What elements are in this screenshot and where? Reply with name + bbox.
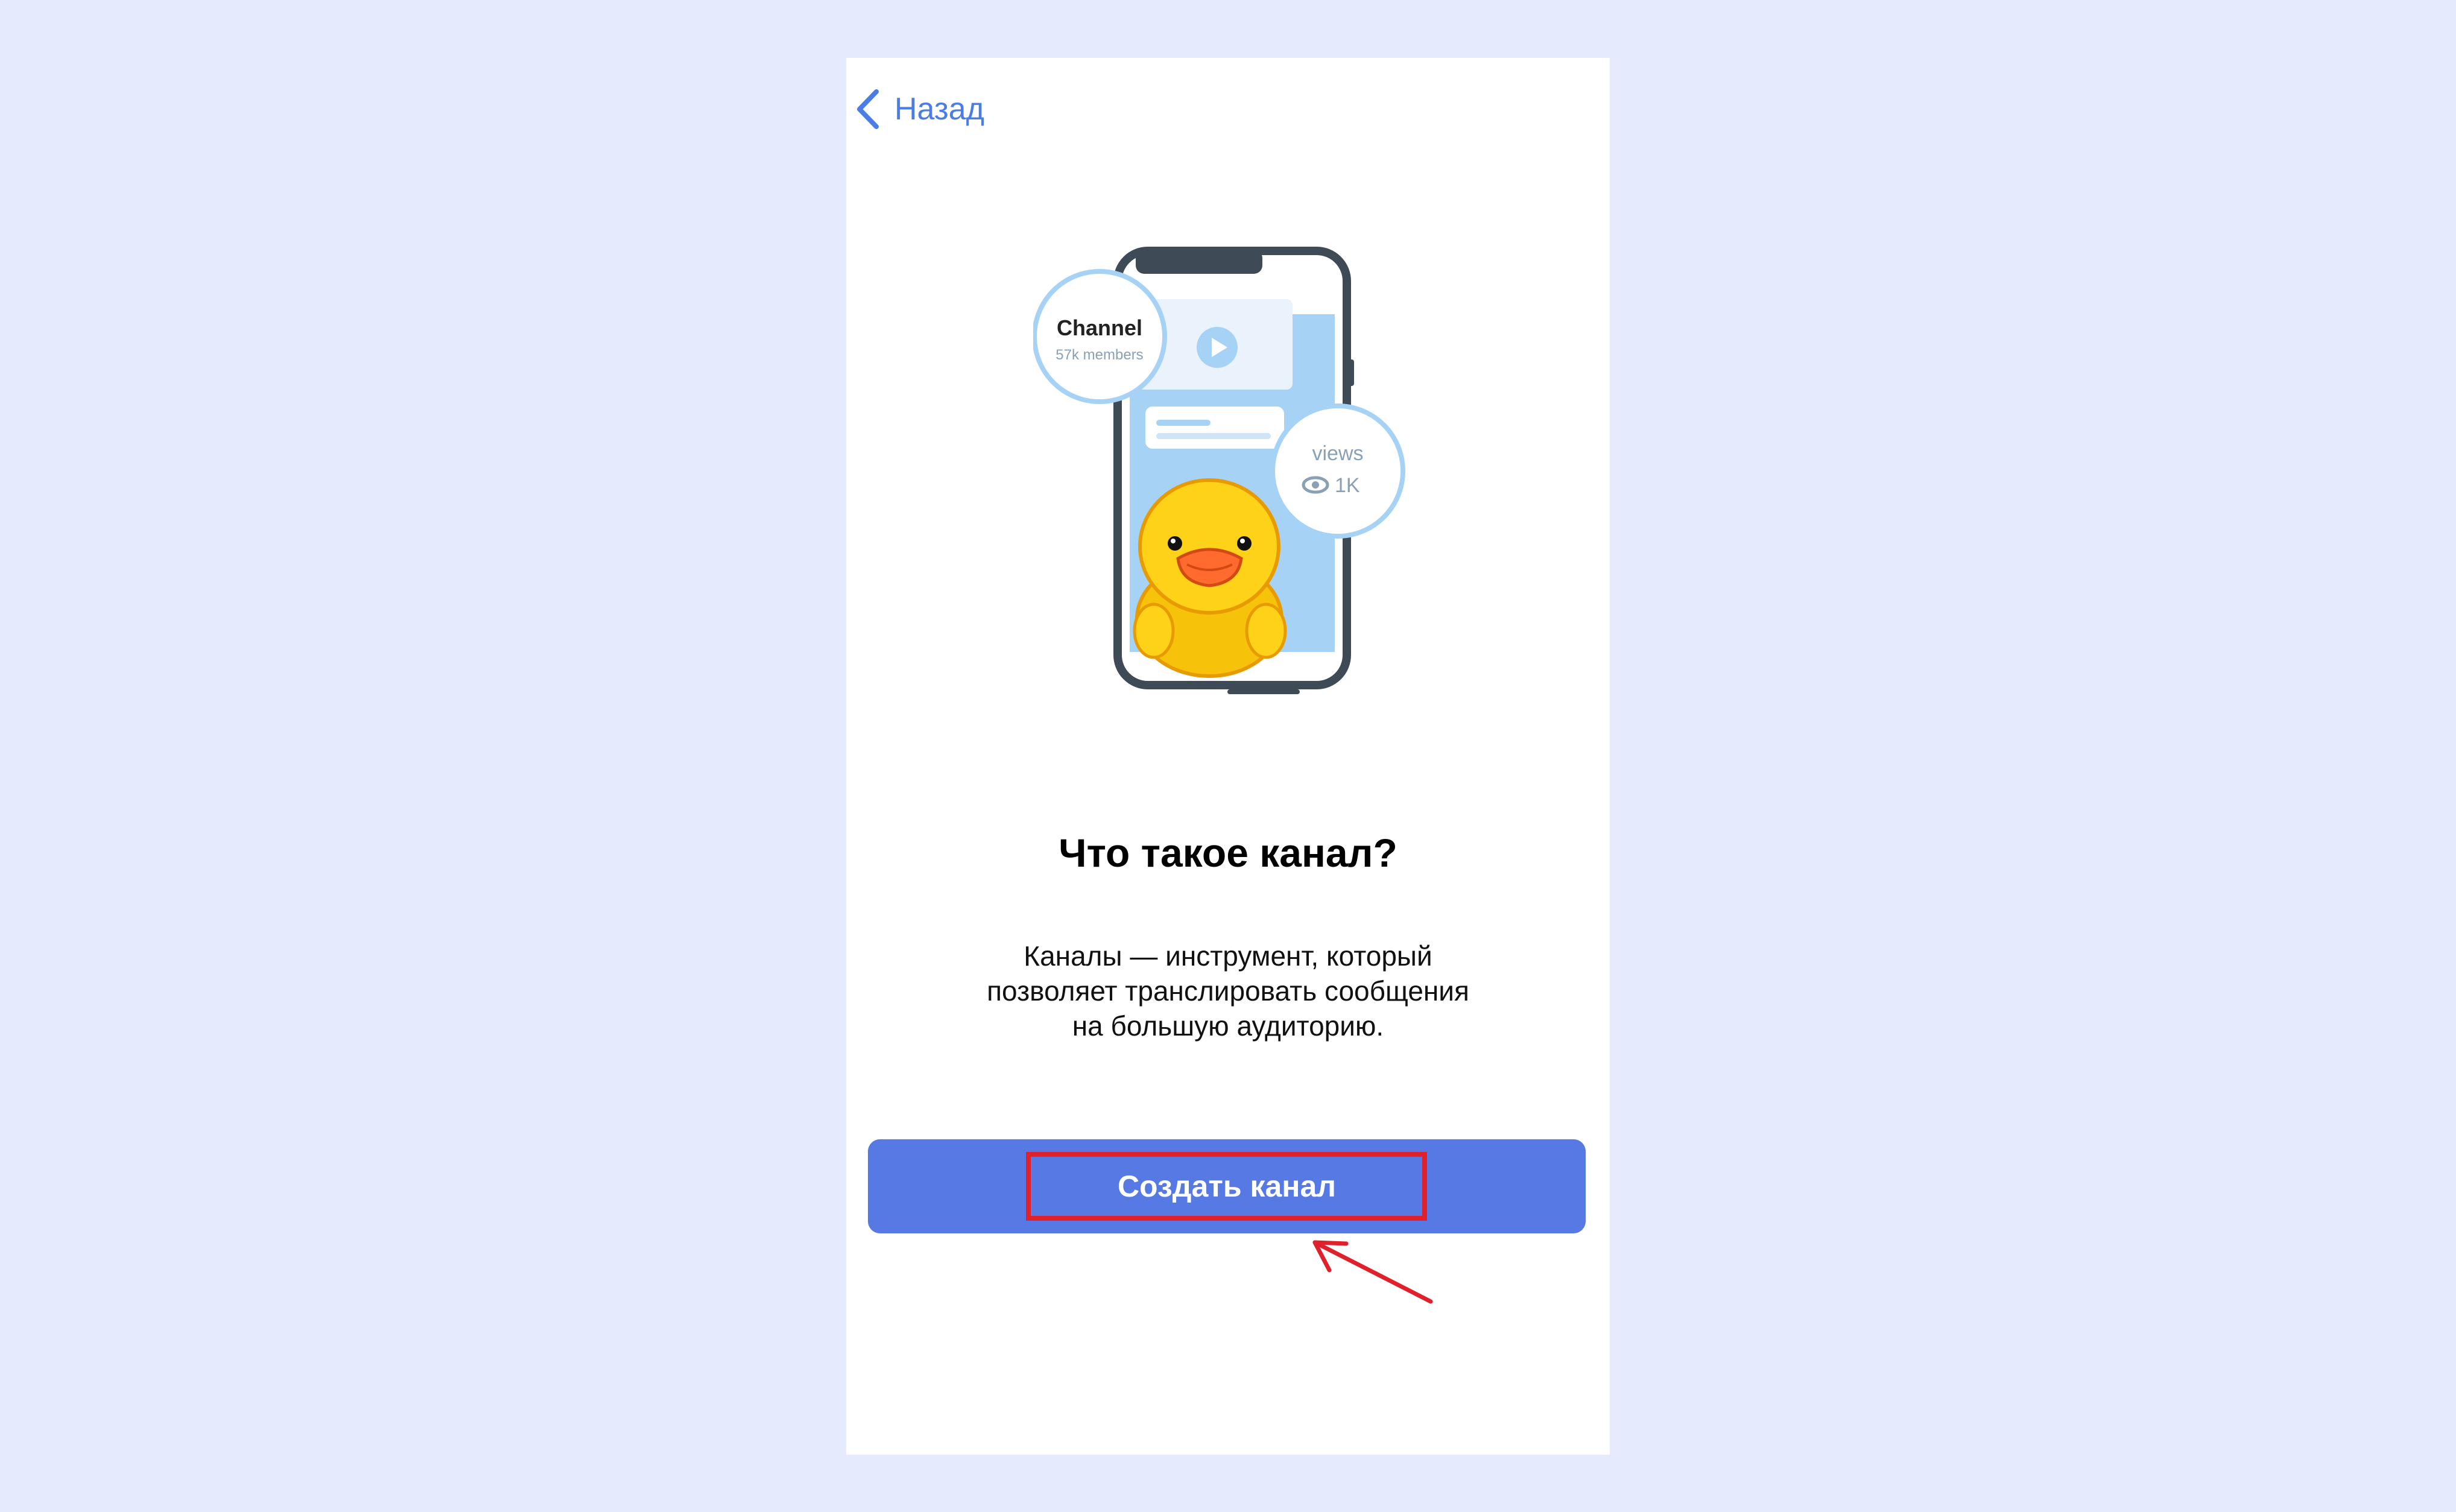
- channel-illustration: Channel 57k members views 1K: [1033, 247, 1405, 694]
- description: Каналы — инструмент, который позволяет т…: [937, 938, 1519, 1043]
- duck-sticker: [1133, 478, 1287, 678]
- description-line: на большую аудиторию.: [1072, 1010, 1384, 1042]
- chevron-left-icon: [857, 89, 879, 129]
- screen: Назад Channel 57k members views 1K Что т…: [846, 58, 1610, 1455]
- page-title: Что такое канал?: [1059, 830, 1397, 875]
- description-line: Каналы — инструмент, который: [1024, 940, 1432, 972]
- channel-name: Channel: [1057, 315, 1142, 340]
- views-label: views: [1312, 442, 1363, 465]
- highlight-box: [1026, 1152, 1427, 1221]
- back-label: Назад: [894, 92, 984, 127]
- views-count: 1K: [1335, 474, 1360, 497]
- views-bubble: [1270, 403, 1405, 539]
- channel-members: 57k members: [1056, 347, 1143, 363]
- description-line: позволяет транслировать сообщения: [987, 975, 1469, 1007]
- annotation-arrow-icon: [1312, 1240, 1433, 1304]
- back-button[interactable]: Назад: [855, 82, 984, 136]
